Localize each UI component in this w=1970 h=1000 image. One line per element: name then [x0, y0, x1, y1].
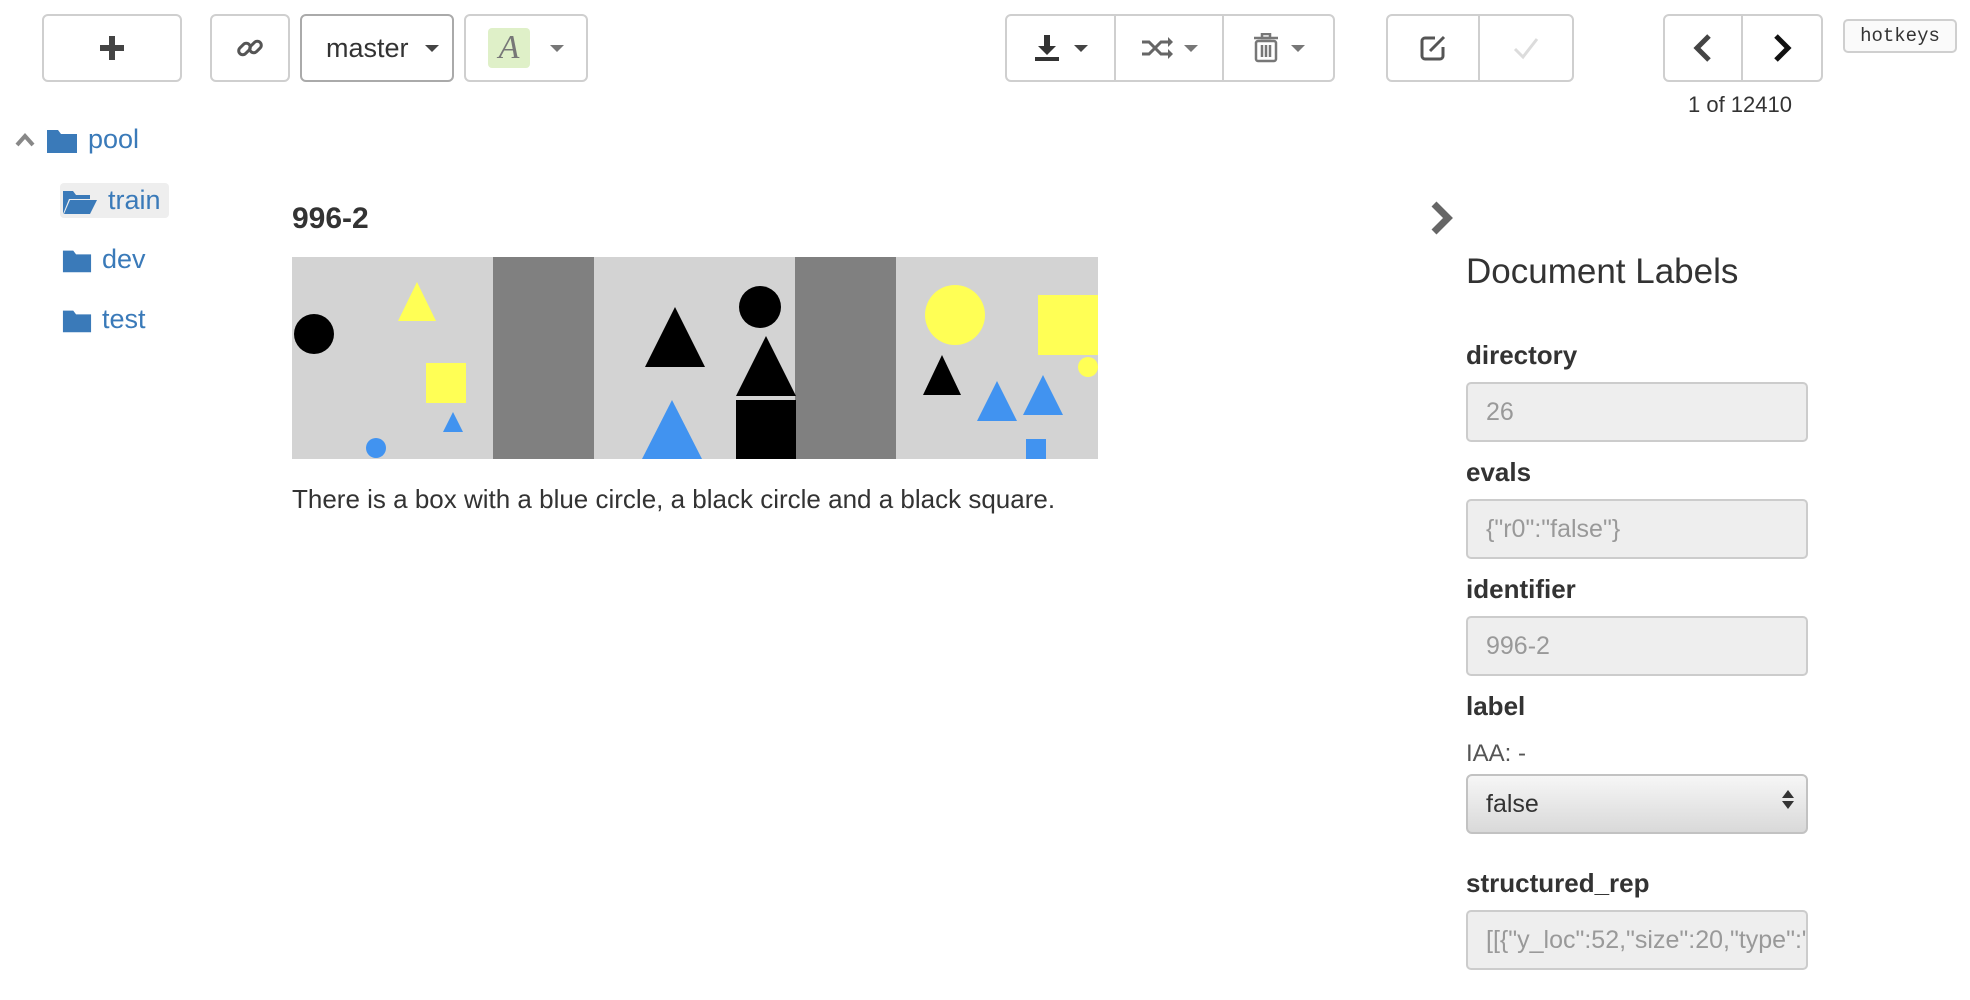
tree-label: test	[102, 304, 146, 334]
folder-open-icon	[63, 190, 97, 214]
chevron-down-icon	[550, 44, 564, 52]
trash-icon	[1253, 33, 1278, 63]
pager-group	[1663, 14, 1823, 82]
review-actions-group	[1386, 14, 1574, 82]
chevron-down-icon	[1074, 44, 1089, 52]
font-style-dropdown[interactable]: A	[464, 14, 588, 82]
confirm-button[interactable]	[1480, 16, 1572, 80]
document-title: 996-2	[292, 202, 369, 235]
tree-item-pool[interactable]: pool	[14, 124, 139, 155]
download-button[interactable]	[1007, 16, 1116, 80]
shuffle-button[interactable]	[1116, 16, 1225, 80]
chevron-right-icon	[1774, 34, 1792, 62]
collapse-icon	[15, 132, 35, 146]
tree-item-train[interactable]: train	[60, 183, 169, 218]
tree-label: train	[108, 185, 161, 215]
check-icon	[1513, 38, 1539, 60]
label-select-value: false	[1486, 789, 1539, 818]
edit-button[interactable]	[1388, 16, 1481, 80]
field-label-directory: directory	[1466, 340, 1578, 370]
edit-icon	[1420, 35, 1446, 61]
next-button[interactable]	[1743, 16, 1821, 80]
previous-button[interactable]	[1665, 16, 1744, 80]
folder-icon	[47, 129, 77, 153]
hotkeys-button[interactable]: hotkeys	[1843, 19, 1957, 53]
download-icon	[1035, 35, 1060, 61]
field-label-label: label	[1466, 691, 1526, 721]
tree-label: pool	[88, 124, 140, 154]
branch-dropdown[interactable]: master	[300, 14, 454, 82]
iaa-text: IAA: -	[1466, 740, 1527, 767]
evals-field[interactable]: {"r0":"false"}	[1466, 499, 1808, 559]
document-image	[292, 257, 1098, 459]
pager-count: 1 of 12410	[1688, 92, 1792, 117]
structured-rep-field[interactable]: [[{"y_loc":52,"size":20,"type":"triangle…	[1466, 910, 1808, 970]
chevron-down-icon	[1290, 44, 1305, 52]
link-button[interactable]	[210, 14, 290, 82]
branch-label: master	[326, 32, 409, 63]
field-label-evals: evals	[1466, 457, 1532, 487]
chevron-down-icon	[424, 44, 439, 52]
chevron-right-icon	[1431, 201, 1453, 235]
chevron-left-icon	[1693, 34, 1711, 62]
field-label-identifier: identifier	[1466, 574, 1576, 604]
tree-item-test[interactable]: test	[62, 304, 146, 335]
panel-toggle-button[interactable]	[1428, 200, 1454, 241]
tree-item-dev[interactable]: dev	[62, 244, 146, 275]
document-actions-group	[1005, 14, 1335, 82]
field-label-structured-rep: structured_rep	[1466, 868, 1650, 898]
select-arrows-icon	[1782, 790, 1794, 809]
link-icon	[237, 39, 263, 57]
delete-button[interactable]	[1224, 16, 1333, 80]
panel-title: Document Labels	[1466, 252, 1739, 291]
directory-field[interactable]: 26	[1466, 382, 1808, 442]
document-text: There is a box with a blue circle, a bla…	[292, 484, 1056, 514]
shuffle-icon	[1142, 37, 1173, 59]
folder-icon	[62, 310, 92, 332]
label-select[interactable]: false	[1466, 774, 1808, 834]
add-document-button[interactable]	[42, 14, 182, 82]
folder-icon	[62, 250, 92, 272]
font-a-icon: A	[488, 28, 530, 68]
plus-icon	[100, 36, 124, 60]
chevron-down-icon	[1184, 44, 1198, 52]
tree-label: dev	[102, 244, 146, 274]
identifier-field[interactable]: 996-2	[1466, 616, 1808, 676]
